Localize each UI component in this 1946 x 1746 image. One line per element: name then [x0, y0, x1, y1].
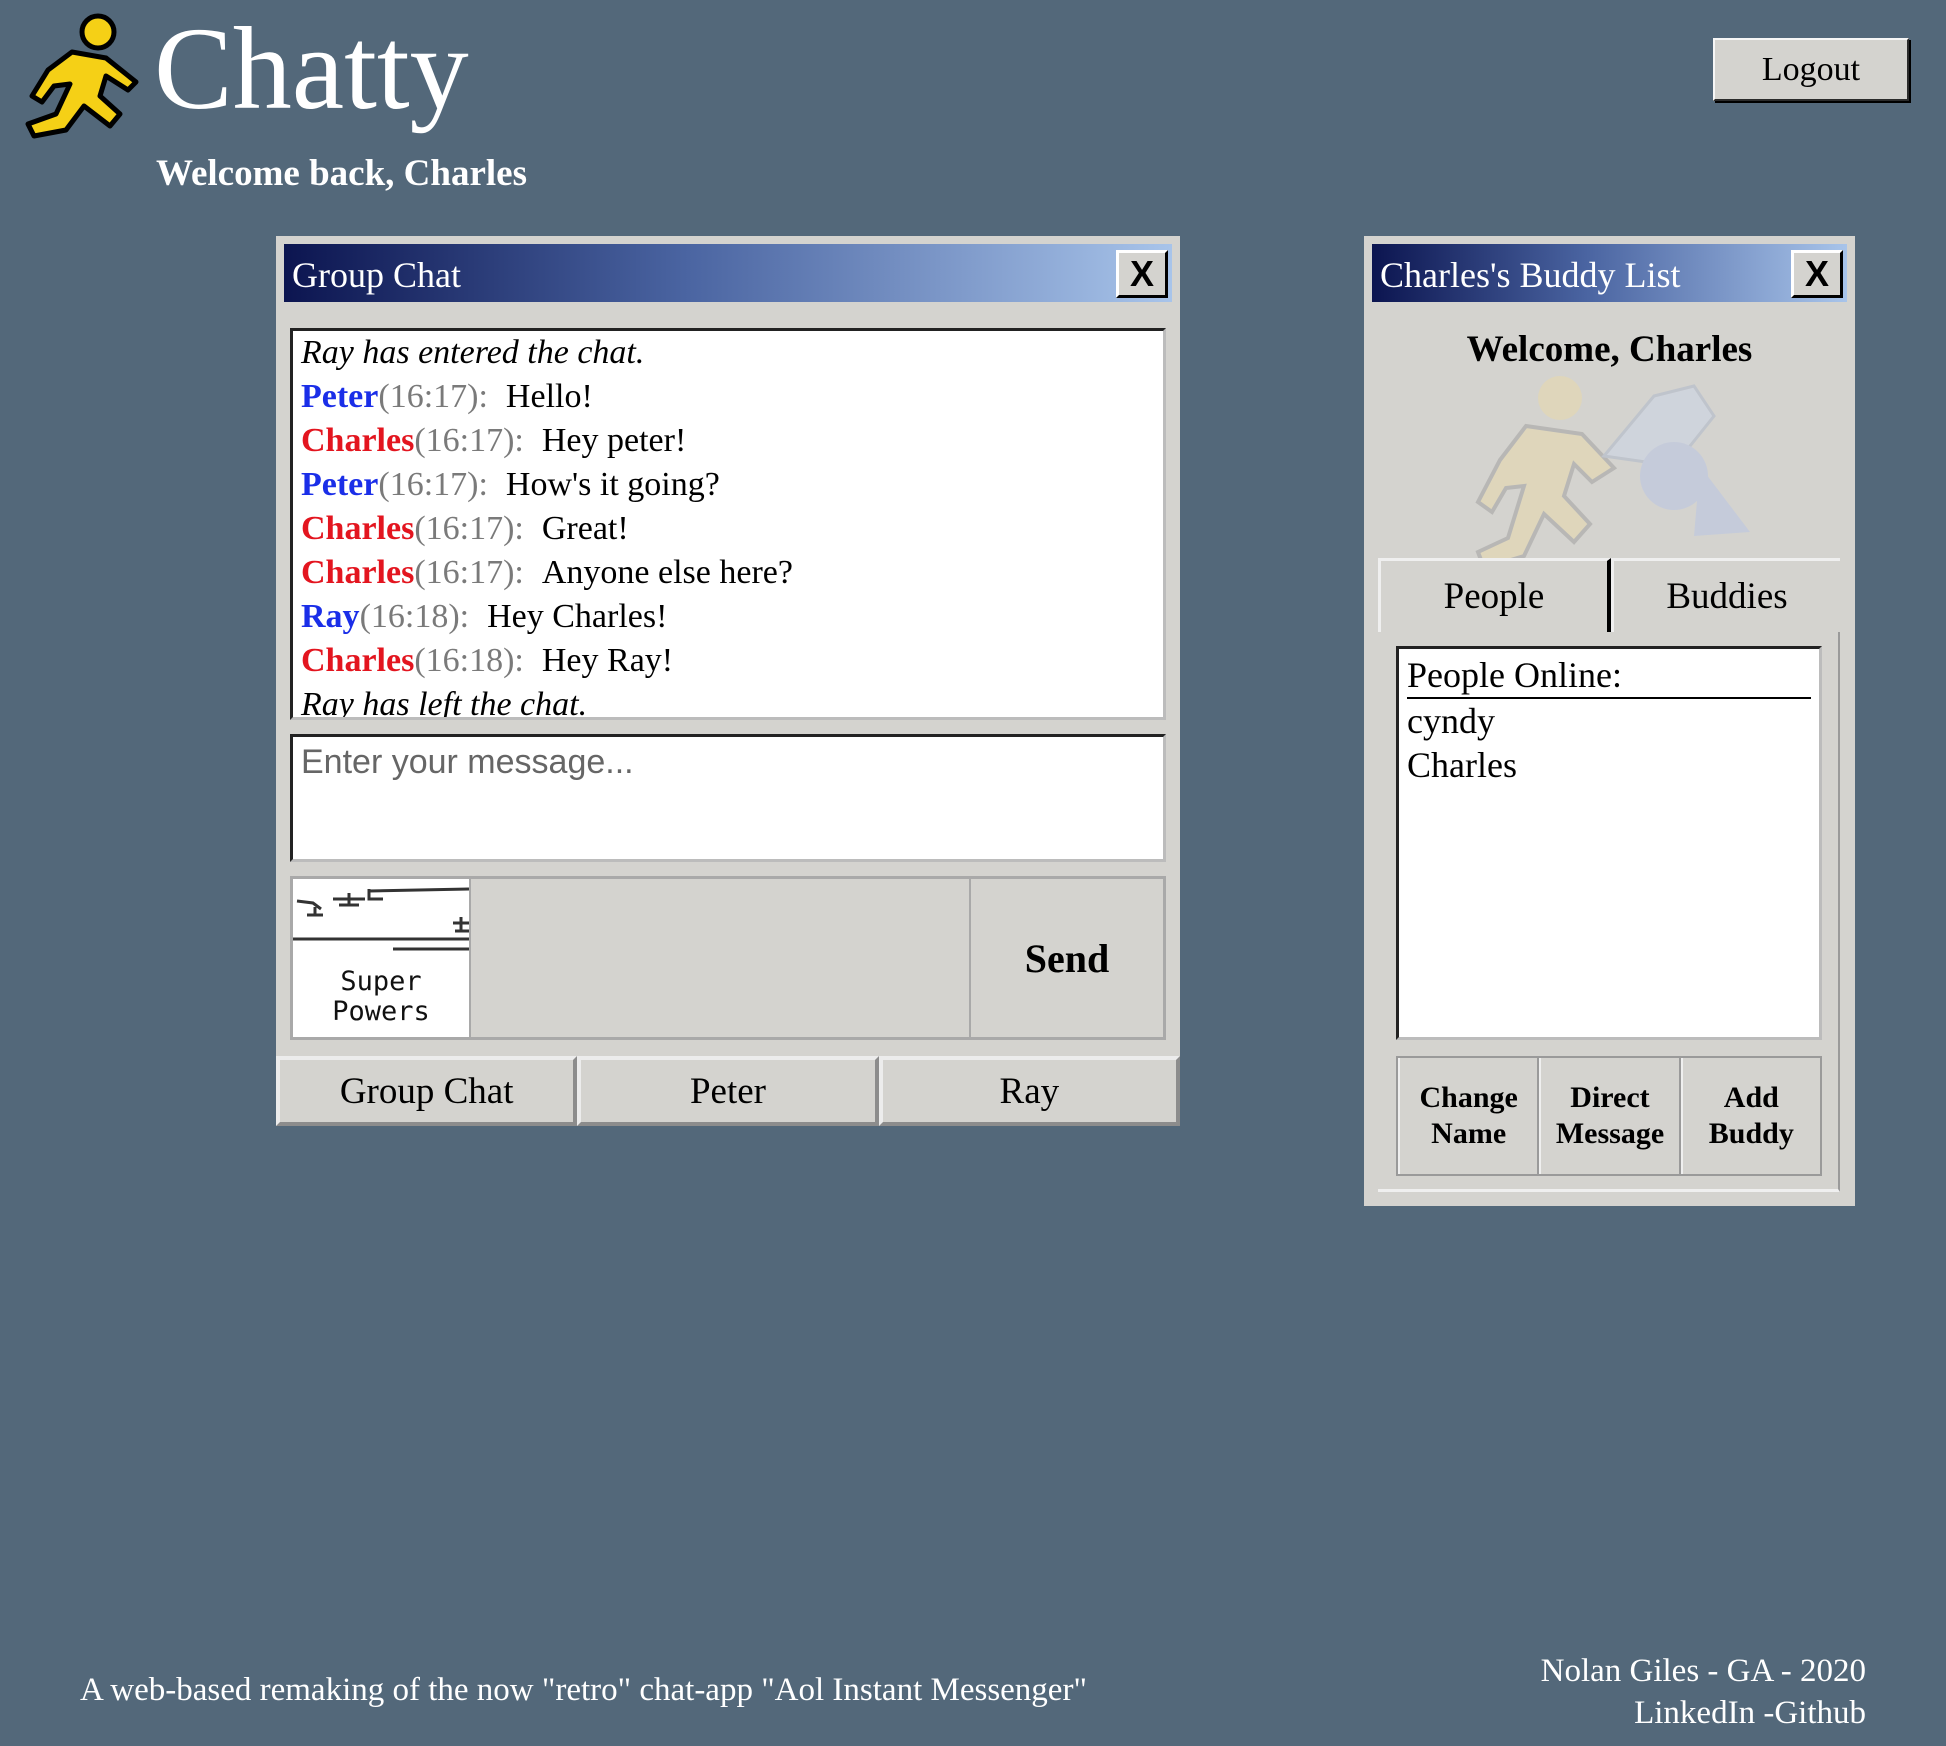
chat-message: Charles(16:17): Anyone else here?	[301, 551, 1155, 595]
buddy-list-title: Charles's Buddy List	[1380, 255, 1681, 295]
running-man-icon	[25, 13, 139, 139]
group-chat-close-button[interactable]: X	[1116, 250, 1168, 298]
add-buddy-label-1: Add	[1723, 1081, 1779, 1114]
change-name-button[interactable]: Change Name	[1398, 1058, 1540, 1174]
message-timestamp: (16:17):	[414, 422, 524, 459]
super-powers-caption-line1: Super	[340, 966, 422, 997]
app-title: Chatty	[154, 3, 469, 134]
super-powers-thumbnail[interactable]: Super Powers	[293, 879, 471, 1037]
message-timestamp: (16:17):	[378, 378, 488, 415]
send-row: Super Powers Send	[290, 876, 1166, 1040]
add-buddy-button[interactable]: Add Buddy	[1680, 1058, 1820, 1174]
people-online-list[interactable]: People Online: cyndy Charles	[1396, 646, 1822, 1040]
message-sender[interactable]: Ray	[301, 598, 360, 635]
add-buddy-label-2: Buddy	[1708, 1117, 1794, 1150]
footer-description: A web-based remaking of the now "retro" …	[80, 1672, 1087, 1708]
message-timestamp: (16:17):	[414, 554, 524, 591]
footer-credit: Nolan Giles - GA - 2020	[1540, 1653, 1866, 1689]
logout-button[interactable]: Logout	[1713, 38, 1909, 101]
message-timestamp: (16:17):	[378, 466, 488, 503]
message-sender[interactable]: Peter	[301, 378, 378, 415]
footer-credits: Nolan Giles - GA - 2020 LinkedIn -Github	[1541, 1650, 1866, 1734]
message-sender[interactable]: Charles	[301, 510, 414, 547]
system-message: Ray has left the chat.	[301, 686, 588, 720]
message-text: Anyone else here?	[541, 554, 793, 591]
buddy-list-window: Charles's Buddy List X Welcome, Charles …	[1364, 236, 1855, 1206]
send-button[interactable]: Send	[969, 879, 1163, 1037]
message-timestamp: (16:17):	[414, 510, 524, 547]
buddy-tabs: People Buddies	[1378, 558, 1840, 632]
group-chat-window: Group Chat X Ray has entered the chat. Pe…	[276, 236, 1180, 1126]
super-powers-art-icon	[293, 887, 469, 951]
super-powers-caption-line2: Powers	[332, 996, 430, 1027]
tab-peter[interactable]: Peter	[577, 1056, 879, 1126]
buddy-list-titlebar[interactable]: Charles's Buddy List X	[1372, 244, 1847, 302]
message-sender[interactable]: Peter	[301, 466, 378, 503]
message-timestamp: (16:18):	[359, 598, 470, 635]
chat-tab-row: Group Chat Peter Ray	[276, 1056, 1180, 1126]
tab-ray[interactable]: Ray	[878, 1056, 1180, 1126]
footer-links: LinkedIn -Github	[1541, 1692, 1866, 1734]
message-text: Hey peter!	[541, 422, 687, 459]
change-name-label-2: Name	[1431, 1117, 1507, 1150]
buddy-list-close-button[interactable]: X	[1791, 250, 1843, 298]
chat-log[interactable]: Ray has entered the chat. Peter(16:17): He…	[290, 328, 1166, 720]
chat-message: Peter(16:17): Hello!	[301, 375, 1155, 419]
message-text: Hey Ray!	[541, 642, 674, 679]
change-name-label-1: Change	[1419, 1081, 1518, 1114]
message-text: Hello!	[505, 378, 593, 415]
chat-message: Charles(16:17): Great!	[301, 507, 1155, 551]
message-sender[interactable]: Charles	[301, 642, 414, 679]
chat-message: Peter(16:17): How's it going?	[301, 463, 1155, 507]
direct-message-label-2: Message	[1555, 1117, 1665, 1150]
linkedin-link[interactable]: LinkedIn	[1634, 1695, 1755, 1731]
message-sender[interactable]: Charles	[301, 554, 414, 591]
tab-group-chat[interactable]: Group Chat	[276, 1056, 578, 1126]
buddy-actions: Change Name Direct Message Add Buddy	[1396, 1056, 1822, 1176]
tab-buddies[interactable]: Buddies	[1611, 558, 1840, 632]
chat-message: Ray(16:18): Hey Charles!	[301, 595, 1155, 639]
message-text: How's it going?	[505, 466, 720, 503]
list-item[interactable]: cyndy	[1407, 699, 1811, 743]
message-sender[interactable]: Charles	[301, 422, 414, 459]
message-text: Great!	[541, 510, 629, 547]
system-message: Ray has entered the chat.	[301, 334, 645, 371]
message-timestamp: (16:18):	[414, 642, 524, 679]
group-chat-titlebar[interactable]: Group Chat X	[284, 244, 1172, 302]
super-powers-caption: Super Powers	[293, 967, 469, 1027]
people-online-header: People Online:	[1407, 653, 1811, 699]
github-link[interactable]: -Github	[1763, 1695, 1866, 1731]
direct-message-label-1: Direct	[1570, 1081, 1650, 1114]
message-text: Hey Charles!	[487, 598, 668, 635]
direct-message-button[interactable]: Direct Message	[1539, 1058, 1681, 1174]
list-item[interactable]: Charles	[1407, 743, 1811, 787]
chat-message: Charles(16:17): Hey peter!	[301, 419, 1155, 463]
welcome-back-text: Welcome back, Charles	[156, 153, 527, 194]
chat-message: Charles(16:18): Hey Ray!	[301, 639, 1155, 683]
group-chat-title: Group Chat	[292, 255, 461, 295]
message-input[interactable]	[290, 734, 1166, 862]
buddy-panel: People Online: cyndy Charles Change Name …	[1378, 632, 1840, 1192]
tab-people[interactable]: People	[1378, 558, 1611, 632]
